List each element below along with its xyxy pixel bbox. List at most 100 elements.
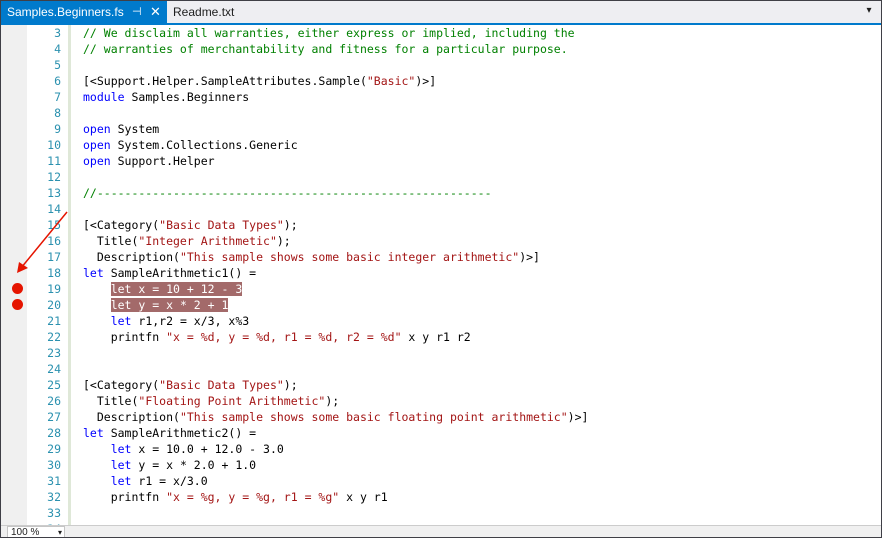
- line-number: 33: [47, 506, 61, 520]
- code-line[interactable]: 5: [1, 57, 881, 73]
- code-line[interactable]: 32 printfn "x = %g, y = %g, r1 = %g" x y…: [1, 489, 881, 505]
- code-text: //--------------------------------------…: [83, 185, 492, 201]
- code-token: Description(: [83, 410, 180, 424]
- code-line[interactable]: 29 let x = 10.0 + 12.0 - 3.0: [1, 441, 881, 457]
- code-line[interactable]: 21 let r1,r2 = x/3, x%3: [1, 313, 881, 329]
- code-line[interactable]: 27 Description("This sample shows some b…: [1, 409, 881, 425]
- string-token: "Floating Point Arithmetic": [138, 394, 326, 408]
- code-token: SampleArithmetic1() =: [103, 266, 257, 280]
- code-text: module Samples.Beginners: [83, 89, 249, 105]
- line-number: 27: [47, 410, 61, 424]
- code-line[interactable]: 30 let y = x * 2.0 + 1.0: [1, 457, 881, 473]
- code-line[interactable]: 25 [<Category("Basic Data Types");: [1, 377, 881, 393]
- code-line[interactable]: 10 open System.Collections.Generic: [1, 137, 881, 153]
- code-line[interactable]: 20 let y = x * 2 + 1: [1, 297, 881, 313]
- code-token: );: [283, 378, 298, 392]
- chevron-down-icon[interactable]: ▾: [58, 527, 62, 537]
- annotation-arrow: [17, 211, 68, 273]
- keyword-token: open: [83, 138, 111, 152]
- code-line[interactable]: 11 open Support.Helper: [1, 153, 881, 169]
- string-token: "This sample shows some basic integer ar…: [179, 250, 520, 264]
- code-line[interactable]: 7 module Samples.Beginners: [1, 89, 881, 105]
- keyword-token: open: [83, 122, 111, 136]
- keyword-token: let: [83, 266, 104, 280]
- line-number: 25: [47, 378, 61, 392]
- code-line[interactable]: 17 Description("This sample shows some b…: [1, 249, 881, 265]
- code-token: Description(: [83, 250, 180, 264]
- code-token: r1,r2 = x/3, x%3: [131, 314, 250, 328]
- string-token: "x = %d, y = %d, r1 = %d, r2 = %d": [166, 330, 402, 344]
- comment-token: //--------------------------------------…: [83, 186, 492, 200]
- breakpoint-highlight: let y = x * 2 + 1: [110, 298, 229, 312]
- code-text: let r1 = x/3.0: [83, 473, 208, 489]
- code-text: Description("This sample shows some basi…: [83, 249, 540, 265]
- code-token: x = 10.0 + 12.0 - 3.0: [131, 442, 284, 456]
- code-text: let r1,r2 = x/3, x%3: [83, 313, 249, 329]
- code-line[interactable]: 22 printfn "x = %d, y = %d, r1 = %d, r2 …: [1, 329, 881, 345]
- editor-area[interactable]: 3// We disclaim all warranties, either e…: [1, 25, 881, 525]
- code-line[interactable]: 26 Title("Floating Point Arithmetic");: [1, 393, 881, 409]
- code-token: r1 = x/3.0: [131, 474, 208, 488]
- code-line[interactable]: 4// warranties of merchantability and fi…: [1, 41, 881, 57]
- code-line[interactable]: 24: [1, 361, 881, 377]
- line-number: 28: [47, 426, 61, 440]
- line-number: 22: [47, 330, 61, 344]
- code-line[interactable]: 16 Title("Integer Arithmetic");: [1, 233, 881, 249]
- code-line[interactable]: 3// We disclaim all warranties, either e…: [1, 25, 881, 41]
- close-icon[interactable]: ✕: [150, 1, 161, 23]
- keyword-token: let: [110, 442, 132, 456]
- code-token: y = x * 2.0 + 1.0: [131, 458, 257, 472]
- keyword-token: let: [110, 314, 132, 328]
- code-text: [<Category("Basic Data Types");: [83, 217, 298, 233]
- code-text: Title("Integer Arithmetic");: [83, 233, 291, 249]
- code-line[interactable]: 6 [<Support.Helper.SampleAttributes.Sampl…: [1, 73, 881, 89]
- line-number: 30: [47, 458, 61, 472]
- line-number: 29: [47, 442, 61, 456]
- code-token: [<Support.Helper.SampleAttributes.Sample…: [83, 74, 367, 88]
- code-line[interactable]: 33: [1, 505, 881, 521]
- code-token: )>]: [415, 74, 437, 88]
- code-text: printfn "x = %g, y = %g, r1 = %g" x y r1: [83, 489, 388, 505]
- line-number: 23: [47, 346, 61, 360]
- string-token: "Basic": [366, 74, 416, 88]
- tab-dropdown-icon[interactable]: ▾: [863, 5, 875, 17]
- tab-readme[interactable]: Readme.txt: [167, 1, 239, 23]
- comment-token: // We disclaim all warranties, either ex…: [83, 26, 575, 40]
- code-line[interactable]: 13//------------------------------------…: [1, 185, 881, 201]
- code-line[interactable]: 15 [<Category("Basic Data Types");: [1, 217, 881, 233]
- code-line[interactable]: 23: [1, 345, 881, 361]
- line-number: 26: [47, 394, 61, 408]
- line-number: 21: [47, 314, 61, 328]
- code-text: Title("Floating Point Arithmetic");: [83, 393, 339, 409]
- code-line[interactable]: 18 let SampleArithmetic1() =: [1, 265, 881, 281]
- code-text: let x = 10 + 12 - 3: [83, 281, 243, 297]
- line-number: 31: [47, 474, 61, 488]
- tab-label: Readme.txt: [173, 5, 235, 19]
- code-token: );: [283, 218, 298, 232]
- code-token: printfn: [83, 330, 167, 344]
- pin-icon[interactable]: ⊣: [132, 1, 142, 23]
- code-token: )>]: [519, 250, 540, 264]
- code-text: printfn "x = %d, y = %d, r1 = %d, r2 = %…: [83, 329, 471, 345]
- code-line[interactable]: 8: [1, 105, 881, 121]
- code-text: let SampleArithmetic2() =: [83, 425, 256, 441]
- code-token: System: [110, 122, 160, 136]
- code-text: let SampleArithmetic1() =: [83, 265, 256, 281]
- code-line[interactable]: 28 let SampleArithmetic2() =: [1, 425, 881, 441]
- zoom-level-select[interactable]: 100 % ▾: [7, 526, 65, 537]
- code-token: System.Collections.Generic: [110, 138, 298, 152]
- code-line[interactable]: 19 let x = 10 + 12 - 3: [1, 281, 881, 297]
- code-line[interactable]: 9 open System: [1, 121, 881, 137]
- code-line[interactable]: 31 let r1 = x/3.0: [1, 473, 881, 489]
- editor-status-bar: 100 % ▾: [1, 525, 881, 537]
- code-line[interactable]: 14: [1, 201, 881, 217]
- code-line[interactable]: 12: [1, 169, 881, 185]
- tab-samples-beginners[interactable]: Samples.Beginners.fs ⊣ ✕: [1, 1, 167, 23]
- keyword-token: let: [110, 458, 132, 472]
- document-tab-bar: Samples.Beginners.fs ⊣ ✕ Readme.txt ▾: [1, 1, 881, 25]
- code-text: // We disclaim all warranties, either ex…: [83, 25, 575, 41]
